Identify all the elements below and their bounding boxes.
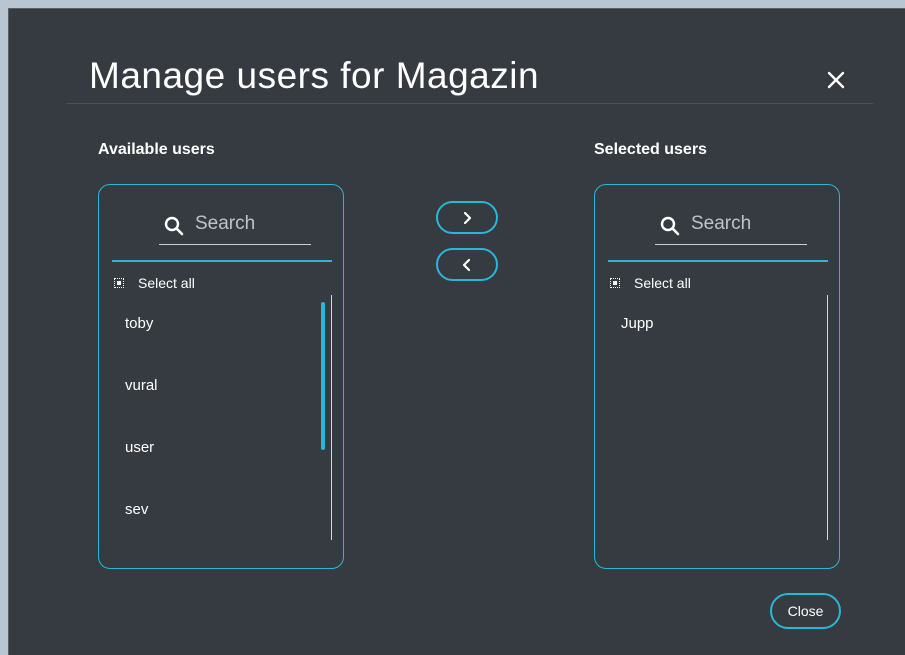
select-all-checkbox-icon[interactable] — [610, 278, 620, 288]
selected-users-heading: Selected users — [594, 141, 707, 158]
selected-users-panel: Search Select all Jupp — [594, 184, 840, 569]
select-all-checkbox-icon[interactable] — [114, 278, 124, 288]
search-placeholder: Search — [691, 213, 752, 234]
available-select-all[interactable]: Select all — [114, 275, 195, 291]
available-users-heading: Available users — [98, 141, 215, 158]
list-item[interactable]: sev — [125, 501, 158, 563]
dialog-title: Manage users for Magazin — [89, 55, 540, 96]
chevron-left-icon — [462, 258, 471, 271]
list-item[interactable]: user — [125, 439, 158, 501]
scrollbar-track[interactable] — [331, 295, 332, 540]
list-item[interactable]: Jupp — [621, 315, 654, 377]
selected-users-list: Jupp — [621, 315, 654, 377]
selected-search-input[interactable]: Search — [655, 209, 807, 245]
close-button[interactable]: Close — [770, 593, 841, 629]
search-placeholder: Search — [195, 213, 256, 234]
available-users-list: toby vural user sev — [125, 315, 158, 563]
chevron-right-icon — [463, 211, 472, 224]
scrollbar-track[interactable] — [827, 295, 828, 540]
select-all-label: Select all — [634, 275, 691, 291]
search-divider — [112, 260, 332, 262]
available-search-input[interactable]: Search — [159, 209, 311, 245]
list-item[interactable]: vural — [125, 377, 158, 439]
manage-users-dialog: Manage users for Magazin Available users… — [8, 8, 905, 655]
search-divider — [608, 260, 828, 262]
selected-select-all[interactable]: Select all — [610, 275, 691, 291]
search-icon — [164, 216, 184, 236]
search-icon — [660, 216, 680, 236]
select-all-label: Select all — [138, 275, 195, 291]
move-right-button[interactable] — [436, 201, 498, 234]
close-icon[interactable] — [823, 67, 849, 93]
title-divider — [67, 103, 873, 104]
available-users-panel: Search Select all toby vural user sev — [98, 184, 344, 569]
scrollbar-thumb[interactable] — [321, 302, 325, 450]
move-left-button[interactable] — [436, 248, 498, 281]
list-item[interactable]: toby — [125, 315, 158, 377]
